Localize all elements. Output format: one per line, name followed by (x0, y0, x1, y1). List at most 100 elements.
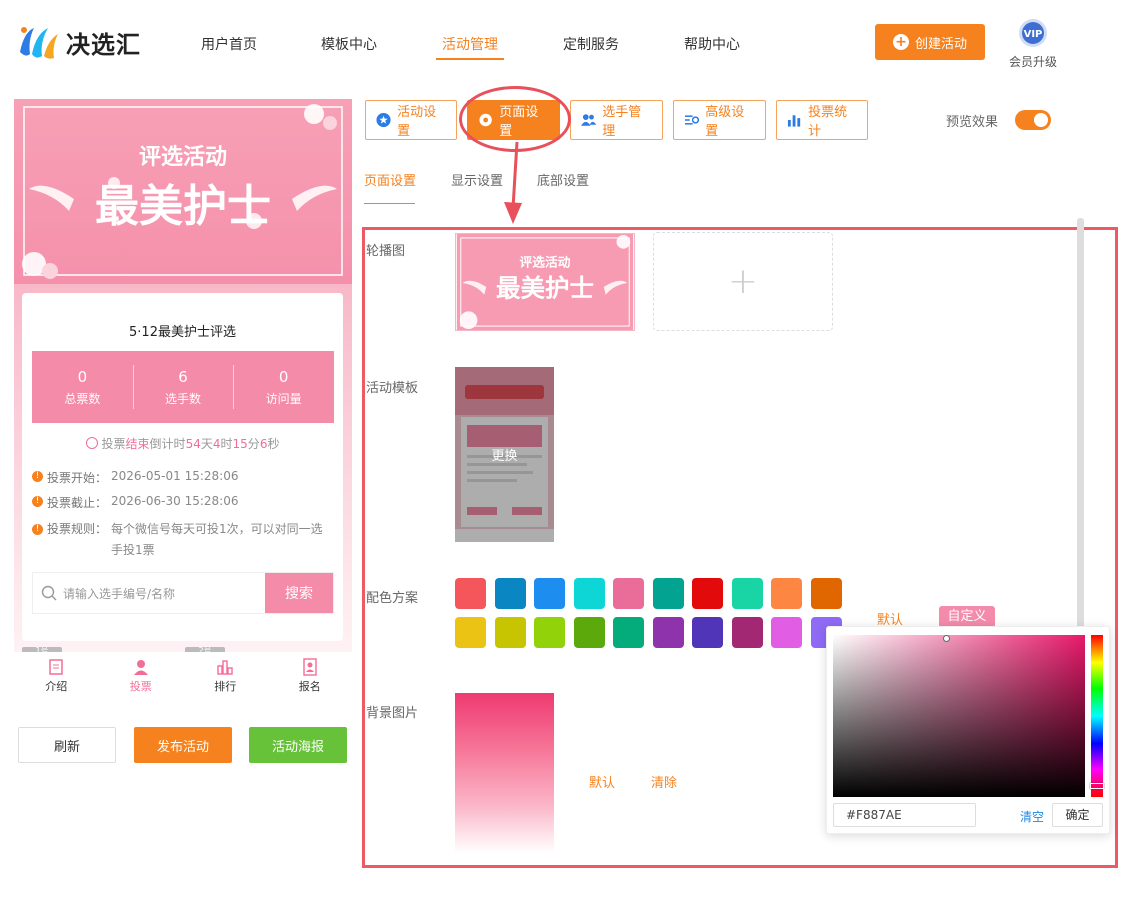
color-swatch[interactable] (810, 578, 842, 609)
color-swatch[interactable] (731, 578, 763, 609)
nav-activity-management[interactable]: 活动管理 (442, 34, 498, 54)
clock-icon (85, 437, 98, 449)
color-swatch[interactable] (692, 617, 723, 648)
color-swatch[interactable] (534, 578, 565, 609)
settings-sliders-icon (684, 115, 700, 125)
color-swatch[interactable] (573, 617, 605, 648)
color-swatch[interactable] (613, 617, 644, 648)
nav-help[interactable]: 帮助中心 (684, 34, 740, 54)
search-button[interactable]: 搜索 (265, 573, 333, 613)
change-template-button[interactable]: 更换 (455, 445, 554, 464)
ranking-icon (217, 660, 233, 675)
activity-banner: 评选活动 最美护士 (14, 99, 352, 284)
preview-tab-bar: 介绍 投票 排行 报名 (14, 652, 352, 702)
refresh-button[interactable]: 刷新 (18, 727, 116, 763)
vip-badge-text: VIP (1024, 29, 1043, 40)
nav-templates[interactable]: 模板中心 (321, 34, 377, 54)
tab-signup[interactable]: 报名 (268, 652, 353, 702)
nav-home[interactable]: 用户首页 (201, 34, 257, 54)
tab-vote[interactable]: 投票 (99, 652, 184, 702)
color-swatch[interactable] (771, 617, 802, 648)
color-custom-button[interactable]: 自定义 (939, 606, 995, 628)
preview-effect-label: 预览效果 (946, 115, 999, 130)
color-swatch[interactable] (652, 617, 684, 648)
stat-value: 6 (178, 368, 188, 386)
upload-image-button[interactable]: + (653, 232, 833, 331)
banner-subtitle: 评选活动 (139, 145, 227, 170)
mobile-preview: 评选活动 最美护士 5·12最美护士评选 0 总票数 6 选手数 0 访问量 投… (14, 99, 352, 699)
color-clear-button[interactable]: 清空 (1020, 808, 1044, 825)
stat-value: 0 (278, 368, 289, 386)
background-default-button[interactable]: 默认 (589, 772, 615, 791)
info-icon: ! (32, 524, 43, 535)
background-image-thumbnail[interactable] (455, 693, 554, 853)
hue-slider[interactable] (1091, 635, 1103, 797)
color-swatch[interactable] (692, 578, 723, 609)
info-vote-rules: ! 投票规则： 每个微信号每天可投1次，可以对同一选手投1票 (32, 519, 332, 561)
tab-activity-settings[interactable]: 活动设置 (365, 100, 457, 140)
info-value: 2026-06-30 15:28:06 (111, 494, 239, 508)
tab-label: 投票 (129, 680, 152, 693)
tab-vote-statistics[interactable]: 投票统计 (776, 100, 868, 140)
nav-custom-service[interactable]: 定制服务 (563, 34, 619, 54)
vip-upgrade[interactable]: VIP 会员升级 (1006, 18, 1060, 70)
background-clear-button[interactable]: 清除 (651, 772, 677, 791)
nav-active-indicator (436, 58, 504, 60)
toolbar-label: 高级设置 (705, 105, 745, 139)
saturation-value-area[interactable] (833, 635, 1085, 797)
tab-contestant-management[interactable]: 选手管理 (570, 100, 663, 140)
info-icon: ! (32, 496, 43, 507)
color-swatch[interactable] (771, 578, 802, 609)
info-vote-end: ! 投票截止： 2026-06-30 15:28:06 (32, 494, 238, 511)
color-swatch[interactable] (731, 617, 763, 648)
tab-intro[interactable]: 介绍 (14, 652, 99, 702)
tab-label: 报名 (298, 680, 321, 693)
publish-activity-button[interactable]: 发布活动 (134, 727, 232, 763)
tab-advanced-settings[interactable]: 高级设置 (673, 100, 766, 140)
create-activity-label: 创建活动 (914, 36, 967, 52)
activity-template-thumbnail[interactable]: 更换 (455, 367, 554, 542)
search-placeholder: 请输入选手编号/名称 (63, 586, 176, 601)
color-confirm-button[interactable]: 确定 (1052, 803, 1103, 827)
info-label: 投票截止： (47, 496, 108, 510)
subtab-page-settings[interactable]: 页面设置 (364, 170, 416, 189)
countdown-minutes-unit: 分 (247, 437, 260, 451)
info-value: 每个微信号每天可投1次，可以对同一选手投1票 (111, 522, 323, 557)
activity-poster-button[interactable]: 活动海报 (249, 727, 347, 763)
create-activity-button[interactable]: + 创建活动 (875, 24, 985, 60)
search-input[interactable]: 请输入选手编号/名称 (33, 573, 265, 613)
color-swatch[interactable] (534, 617, 565, 648)
banner-title: 最美护士 (95, 181, 271, 232)
subtab-display-settings[interactable]: 显示设置 (451, 170, 503, 189)
color-picker-popover: #F887AE 清空 确定 (826, 626, 1110, 834)
stat-value: 0 (77, 368, 88, 386)
color-swatch[interactable] (455, 578, 486, 609)
color-swatch[interactable] (652, 578, 684, 609)
countdown-minutes: 15 (232, 437, 248, 451)
countdown-hours: 4 (212, 437, 221, 451)
info-vote-start: ! 投票开始： 2026-05-01 15:28:06 (32, 469, 238, 486)
color-swatch[interactable] (494, 617, 526, 648)
carousel-image[interactable]: 评选活动 最美护士 (455, 233, 635, 331)
color-swatch[interactable] (573, 578, 605, 609)
subtab-footer-settings[interactable]: 底部设置 (537, 170, 589, 189)
hex-color-input[interactable]: #F887AE (833, 803, 976, 827)
countdown-days-unit: 天 (200, 437, 213, 451)
star-circle-icon (376, 112, 391, 128)
logo[interactable]: 决选汇 (14, 22, 141, 62)
search-icon (41, 585, 57, 601)
toolbar-label: 活动设置 (397, 105, 437, 139)
countdown-seconds-unit: 秒 (267, 437, 280, 451)
saturation-handle[interactable] (943, 635, 950, 642)
preview-effect-toggle[interactable] (1015, 110, 1051, 130)
tab-ranking[interactable]: 排行 (183, 652, 268, 702)
scrollbar[interactable] (1077, 218, 1084, 648)
stat-visits: 0 访问量 (233, 351, 334, 423)
color-swatch[interactable] (455, 617, 486, 648)
hue-slider-handle[interactable] (1090, 783, 1104, 789)
color-swatch[interactable] (494, 578, 526, 609)
users-icon (581, 114, 597, 126)
countdown-days: 54 (185, 437, 201, 451)
color-swatch[interactable] (613, 578, 644, 609)
plus-circle-icon: + (892, 34, 909, 50)
